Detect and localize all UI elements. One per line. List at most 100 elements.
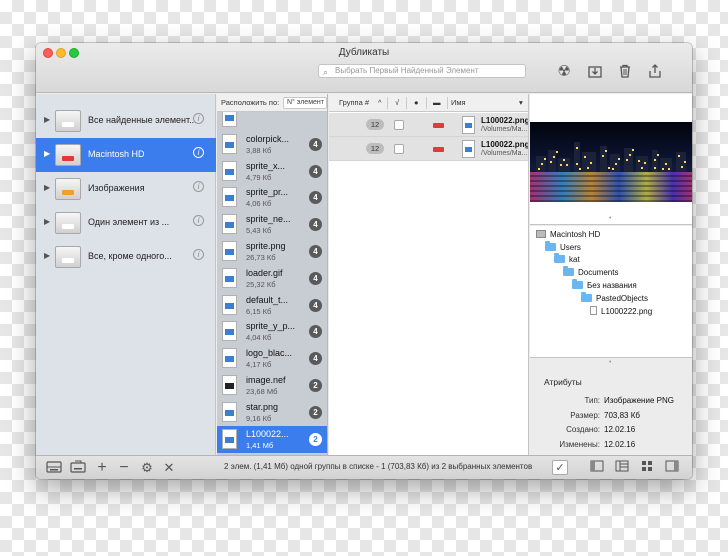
duplicate-count-badge: 4 (309, 325, 322, 339)
info-icon[interactable]: i (193, 147, 204, 158)
group-number-badge: 12 (366, 143, 384, 154)
checkmark-icon[interactable]: ✓ (552, 460, 568, 475)
file-list-item[interactable]: sprite.png 26,73 Кб 4 (217, 238, 327, 265)
file-size: 23,68 Мб (246, 387, 278, 396)
disclosure-arrow-icon[interactable]: ▶ (44, 149, 50, 158)
attribute-key: Создано: (566, 425, 600, 434)
sidebar-item[interactable]: ▶ Один элемент из ... i (36, 206, 216, 240)
path-tree-item[interactable]: PastedObjects (581, 291, 648, 306)
column-group[interactable]: Группа # (339, 98, 369, 107)
file-list-item[interactable]: sprite_y_p... 4,04 Кб 4 (217, 318, 327, 345)
red-label-tag (433, 123, 444, 128)
attribute-row: Размер: 703,83 Кб (530, 411, 692, 423)
file-list-item[interactable]: L100022... 1,41 Мб 2 (217, 425, 327, 453)
groups-table-header: Группа # ^ √ ● ▬ Имя ▾ (329, 94, 528, 112)
sidebar: ▶ Все найденные элемент... i ▶ Macintosh HD i… (36, 94, 216, 455)
file-path: /Volumes/Ma... (481, 150, 528, 157)
file-icon (222, 214, 237, 235)
splitter-handle[interactable]: • (609, 359, 611, 366)
select-first-found-field[interactable]: ⌕ Выбрать Первый Найденный Элемент (318, 64, 526, 78)
trash-icon[interactable] (616, 63, 634, 81)
file-list-item[interactable]: sprite_ne... 5,43 Кб 4 (217, 211, 327, 238)
file-name: L100022.png (481, 116, 529, 125)
folder-icon (545, 240, 556, 251)
path-tree-item[interactable]: L1000222.png (590, 306, 652, 318)
disclosure-arrow-icon[interactable]: ▶ (44, 115, 50, 124)
info-icon[interactable]: i (193, 249, 204, 260)
bottom-toolbar: + − ⚙ ✕ 2 элем. (1,41 Мб) одной группы в… (36, 455, 692, 479)
close-icon[interactable]: ✕ (162, 460, 176, 476)
duplicate-count-badge: 4 (309, 245, 322, 258)
attributes-title: Атрибуты (544, 377, 582, 387)
sidebar-item[interactable]: ▶ Все найденные элемент... i (36, 104, 216, 138)
list-view-icon[interactable] (614, 460, 630, 475)
file-icon (222, 294, 237, 315)
sidebar-item[interactable]: ▶ Изображения i (36, 172, 216, 206)
info-icon[interactable]: i (193, 181, 204, 192)
gear-icon[interactable]: ⚙ (139, 460, 155, 476)
attribute-value: 12.02.16 (604, 425, 636, 434)
attribute-row: Создано: 12.02.16 (530, 425, 692, 437)
inspector-view-icon[interactable] (664, 460, 680, 475)
file-icon (222, 401, 237, 422)
disclosure-arrow-icon[interactable]: ▶ (44, 251, 50, 260)
duplicate-count-badge: 2 (309, 405, 322, 419)
info-icon[interactable]: i (193, 113, 204, 124)
file-list-item[interactable]: loader.gif 25,32 Кб 4 (217, 265, 327, 292)
file-list-item[interactable]: colorpick... 3,88 Кб 4 (217, 131, 327, 158)
file-list-item[interactable]: sprite_x... 4,79 Кб 4 (217, 158, 327, 185)
share-icon[interactable] (646, 63, 664, 81)
info-icon[interactable]: i (193, 215, 204, 226)
column-check[interactable]: √ (395, 98, 399, 107)
select-checkbox[interactable] (394, 144, 404, 154)
disclosure-arrow-icon[interactable]: ▶ (44, 217, 50, 226)
file-list-item[interactable]: image.nef 23,68 Мб 2 (217, 372, 327, 399)
download-icon[interactable] (586, 63, 604, 81)
column-name[interactable]: Имя (451, 98, 466, 107)
duplicate-count-badge: 4 (309, 271, 322, 285)
attribute-value: 12.02.16 (604, 439, 636, 449)
splitter-handle[interactable]: • (609, 215, 611, 222)
file-list: colorpick... 3,88 Кб 4 sprite_x... 4,79 Кб 4 s… (217, 94, 328, 455)
disclosure-arrow-icon[interactable]: ▶ (44, 183, 50, 192)
sidebar-view-icon[interactable] (589, 460, 605, 475)
column-label-icon[interactable]: ▬ (433, 98, 441, 107)
sort-asc-icon[interactable]: ^ (378, 98, 382, 107)
file-size: 4,17 Кб (246, 360, 272, 370)
column-menu-icon[interactable]: ▾ (519, 98, 523, 107)
radiation-icon[interactable]: ☢ (555, 63, 573, 81)
table-row[interactable]: 12 L100022.png/Volumes/Ma... (329, 113, 529, 137)
column-dot-icon[interactable]: ● (414, 98, 419, 107)
sidebar-item-label: Все, кроме одного... (88, 251, 172, 261)
file-name: logo_blac... (246, 348, 293, 359)
path-tree-item[interactable]: Без названия (572, 278, 637, 293)
sidebar-item[interactable]: ▶ Все, кроме одного... i (36, 240, 216, 274)
png-file-icon (462, 140, 475, 158)
removable-drive-icon[interactable] (70, 460, 86, 476)
file-list-item[interactable]: sprite_pr... 4,06 Кб 4 (217, 184, 327, 211)
sidebar-item[interactable]: ▶ Macintosh HD i (36, 138, 216, 172)
drive-icon[interactable] (46, 460, 62, 476)
remove-icon[interactable]: − (116, 460, 132, 476)
path-tree-item[interactable]: Users (545, 240, 581, 255)
attributes-panel: Атрибуты Тип: Изображение PNG Размер: 703,8… (530, 369, 692, 455)
attribute-row: Изменены: 12.02.16 (530, 440, 692, 452)
title-bar: Дубликаты ⌕ Выбрать Первый Найденный Эле… (36, 43, 692, 93)
file-list-item[interactable]: star.png 9,16 Кб 2 (217, 399, 327, 426)
file-list-item[interactable]: logo_blac... 4,17 Кб 4 (217, 345, 327, 372)
table-row[interactable]: 12 L100022.png/Volumes/Ma... (329, 137, 528, 161)
file-size: 4,79 Кб (246, 172, 272, 182)
grid-view-icon[interactable] (639, 460, 655, 475)
drive-icon (55, 246, 81, 268)
folder-icon (572, 278, 583, 289)
file-list-item[interactable]: default_t... 6,15 Кб 4 (217, 292, 327, 319)
sort-select[interactable]: N° элемент (283, 97, 327, 109)
file-size: 9,16 Кб (246, 413, 272, 423)
file-size: 6,15 Кб (246, 306, 272, 316)
sort-label: Расположить по: (221, 98, 280, 107)
add-icon[interactable]: + (94, 460, 110, 476)
file-list-header: Расположить по: N° элемент (217, 94, 327, 112)
select-checkbox[interactable] (394, 120, 404, 130)
attribute-key: Размер: (570, 410, 600, 420)
drive-label-color (62, 156, 74, 161)
